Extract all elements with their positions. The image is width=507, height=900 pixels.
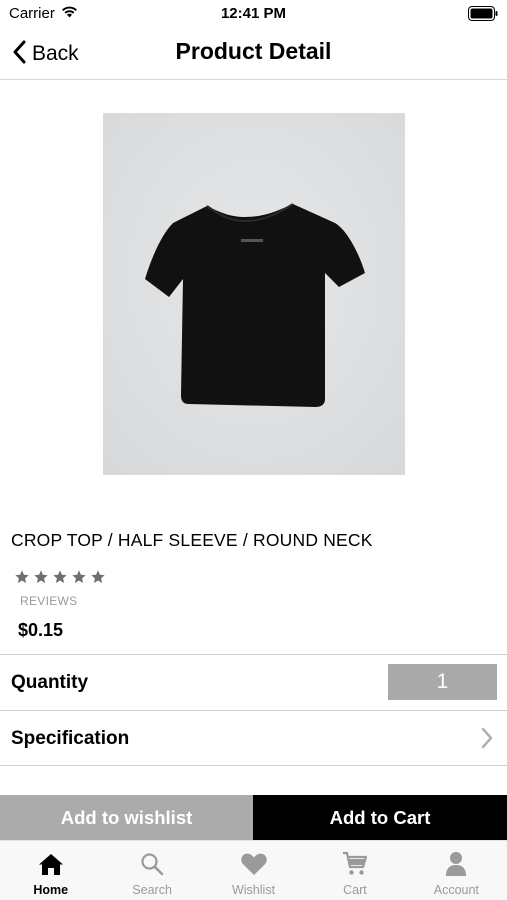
star-icon	[33, 569, 49, 590]
product-price: $0.15	[18, 620, 64, 640]
star-icon	[90, 569, 106, 590]
tab-account[interactable]: Account	[406, 841, 507, 900]
product-image	[103, 113, 405, 475]
chevron-right-icon	[481, 727, 493, 754]
page-title: Product Detail	[175, 38, 332, 64]
home-icon	[38, 850, 64, 878]
tab-label: Home	[33, 883, 69, 897]
quantity-field[interactable]: 1	[388, 664, 497, 700]
nav-bar: Back Product Detail	[0, 28, 507, 80]
reviews-label[interactable]: REVIEWS	[20, 594, 77, 608]
black-tshirt-image	[103, 113, 405, 475]
tab-label: Search	[132, 883, 172, 897]
quantity-label: Quantity	[11, 672, 89, 693]
status-bar: Carrier 12:41 PM	[0, 0, 507, 28]
tab-home[interactable]: Home	[0, 841, 101, 900]
star-icon	[52, 569, 68, 590]
product-detail-screen: Carrier 12:41 PM Back Product Detail CRO…	[0, 0, 507, 900]
status-time: 12:41 PM	[220, 5, 287, 22]
heart-icon	[240, 850, 268, 878]
add-to-wishlist-button[interactable]: Add to wishlist	[0, 795, 253, 840]
star-rating	[14, 569, 106, 590]
tab-label: Wishlist	[231, 883, 276, 897]
search-icon	[140, 850, 164, 878]
battery-icon	[468, 6, 498, 25]
product-name: CROP TOP / HALF SLEEVE / ROUND NECK	[11, 530, 373, 550]
tab-search[interactable]: Search	[101, 841, 202, 900]
tab-cart[interactable]: Cart	[304, 841, 405, 900]
tab-bar: Home Search Wishlist Cart Account	[0, 840, 507, 900]
tab-wishlist[interactable]: Wishlist	[203, 841, 304, 900]
tab-label: Account	[433, 883, 479, 897]
cart-icon	[342, 850, 368, 878]
tab-label: Cart	[343, 883, 367, 897]
specification-row[interactable]: Specification	[0, 710, 507, 766]
star-icon	[71, 569, 87, 590]
star-icon	[14, 569, 30, 590]
add-to-cart-button[interactable]: Add to Cart	[253, 795, 507, 840]
specification-label: Specification	[11, 728, 130, 749]
quantity-row: Quantity 1	[0, 654, 507, 710]
person-icon	[445, 850, 467, 878]
